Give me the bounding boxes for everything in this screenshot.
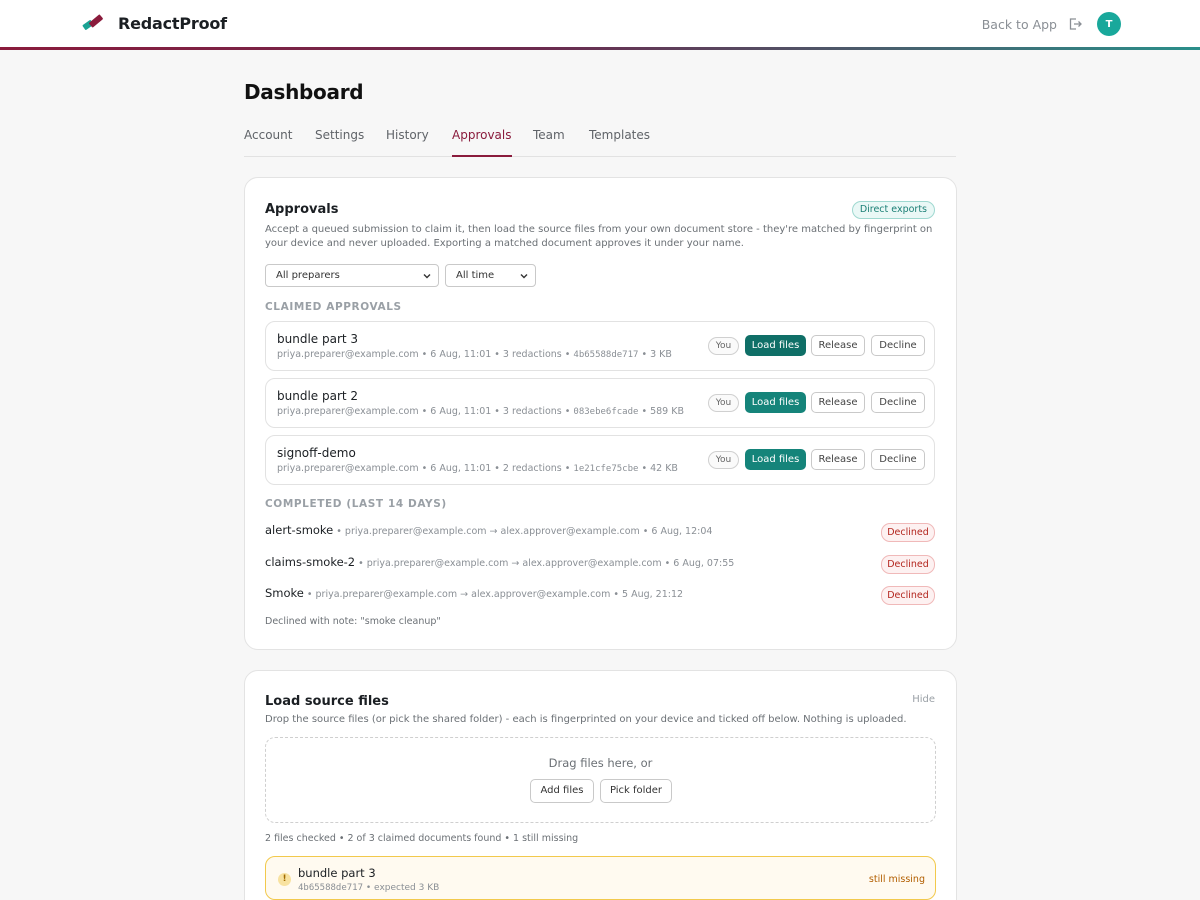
release-button[interactable]: Release: [811, 392, 865, 413]
completed-meta: • priya.preparer@example.com → alex.appr…: [303, 589, 684, 600]
missing-status: still missing: [868, 874, 925, 885]
you-pill: You: [708, 451, 739, 469]
completed-meta: • priya.preparer@example.com → alex.appr…: [333, 526, 713, 537]
decline-button[interactable]: Decline: [871, 392, 925, 413]
completed-name: claims-smoke-2: [265, 555, 356, 569]
load-files-button[interactable]: Load files: [745, 335, 806, 356]
time-filter-value: All time: [456, 270, 495, 281]
preparer-filter-select[interactable]: All preparers: [265, 264, 439, 287]
declined-badge: Declined: [881, 555, 935, 574]
files-status: 2 files checked • 2 of 3 claimed documen…: [265, 833, 579, 844]
claim-name: bundle part 3: [277, 332, 359, 346]
missing-meta: 4b65588de717 • expected 3 KB: [298, 883, 440, 893]
release-button[interactable]: Release: [811, 335, 865, 356]
claim-hash: 1e21cfe75cbe: [573, 464, 639, 474]
avatar[interactable]: T: [1097, 12, 1121, 36]
completed-row: Smoke • priya.preparer@example.com → ale…: [265, 586, 935, 606]
tab-history[interactable]: History: [386, 128, 429, 157]
completed-meta: • priya.preparer@example.com → alex.appr…: [355, 558, 735, 569]
claim-meta: priya.preparer@example.com • 6 Aug, 11:0…: [277, 406, 684, 417]
declined-badge: Declined: [881, 523, 935, 542]
chevron-down-icon: [423, 274, 431, 279]
claimed-row: signoff-demo priya.preparer@example.com …: [265, 435, 935, 485]
redactproof-logo-icon: [82, 14, 103, 30]
missing-name: bundle part 3: [298, 866, 376, 880]
claim-meta: priya.preparer@example.com • 6 Aug, 11:0…: [277, 349, 672, 360]
approvals-title: Approvals: [265, 202, 339, 217]
tab-account[interactable]: Account: [244, 128, 292, 157]
claim-meta: priya.preparer@example.com • 6 Aug, 11:0…: [277, 463, 678, 474]
claim-hash: 4b65588de717: [573, 350, 639, 360]
completed-row: claims-smoke-2 • priya.preparer@example.…: [265, 555, 935, 575]
load-files-button[interactable]: Load files: [745, 392, 806, 413]
approvals-card: Approvals Direct exports Accept a queued…: [244, 177, 957, 650]
claimed-approvals-label: CLAIMED APPROVALS: [265, 301, 402, 313]
load-files-description: Drop the source files (or pick the share…: [265, 714, 907, 725]
claimed-row: bundle part 3 priya.preparer@example.com…: [265, 321, 935, 371]
missing-hash: 4b65588de717: [298, 883, 364, 893]
pick-folder-button[interactable]: Pick folder: [600, 779, 672, 803]
direct-exports-badge: Direct exports: [851, 201, 935, 219]
tab-settings[interactable]: Settings: [315, 128, 364, 157]
claim-name: bundle part 2: [277, 389, 359, 403]
page-title: Dashboard: [244, 80, 364, 104]
chevron-down-icon: [520, 274, 528, 279]
missing-document-card: ! bundle part 3 4b65588de717 • expected …: [265, 856, 936, 900]
preparer-filter-value: All preparers: [276, 270, 340, 281]
claim-name: signoff-demo: [277, 446, 356, 460]
top-bar: RedactProof Back to App T: [0, 0, 1200, 50]
warning-icon: !: [278, 873, 291, 886]
completed-name: alert-smoke: [265, 523, 334, 537]
load-files-button[interactable]: Load files: [745, 449, 806, 470]
approvals-description: Accept a queued submission to claim it, …: [265, 224, 933, 249]
release-button[interactable]: Release: [811, 449, 865, 470]
dropzone-text: Drag files here, or: [548, 756, 653, 770]
claimed-row: bundle part 2 priya.preparer@example.com…: [265, 378, 935, 428]
completed-row: alert-smoke • priya.preparer@example.com…: [265, 523, 935, 543]
brand[interactable]: RedactProof: [82, 13, 227, 33]
file-dropzone[interactable]: Drag files here, or Add files Pick folde…: [265, 737, 936, 823]
load-files-title: Load source files: [265, 694, 389, 709]
declined-badge: Declined: [881, 586, 935, 605]
back-to-app-link[interactable]: Back to App: [982, 17, 1057, 32]
decline-note: Declined with note: "smoke cleanup": [265, 616, 441, 627]
brand-name: RedactProof: [118, 13, 227, 33]
completed-name: Smoke: [265, 586, 304, 600]
page-content: Dashboard Account Settings History Appro…: [244, 80, 956, 157]
decline-button[interactable]: Decline: [871, 449, 925, 470]
top-right-actions: Back to App T: [982, 12, 1121, 36]
tab-approvals[interactable]: Approvals: [452, 128, 512, 157]
tab-bar: Account Settings History Approvals Team …: [244, 128, 956, 157]
load-source-files-card: Load source files Hide Drop the source f…: [244, 670, 957, 900]
decline-button[interactable]: Decline: [871, 335, 925, 356]
header-accent-line: [0, 47, 1200, 50]
add-files-button[interactable]: Add files: [530, 779, 594, 803]
completed-label: COMPLETED (LAST 14 DAYS): [265, 498, 447, 510]
time-filter-select[interactable]: All time: [445, 264, 536, 287]
logout-icon[interactable]: [1067, 16, 1083, 32]
hide-link[interactable]: Hide: [912, 694, 935, 705]
you-pill: You: [708, 394, 739, 412]
claim-hash: 083ebe6fcade: [573, 407, 639, 417]
you-pill: You: [708, 337, 739, 355]
tab-templates[interactable]: Templates: [589, 128, 650, 157]
tab-team[interactable]: Team: [533, 128, 565, 157]
